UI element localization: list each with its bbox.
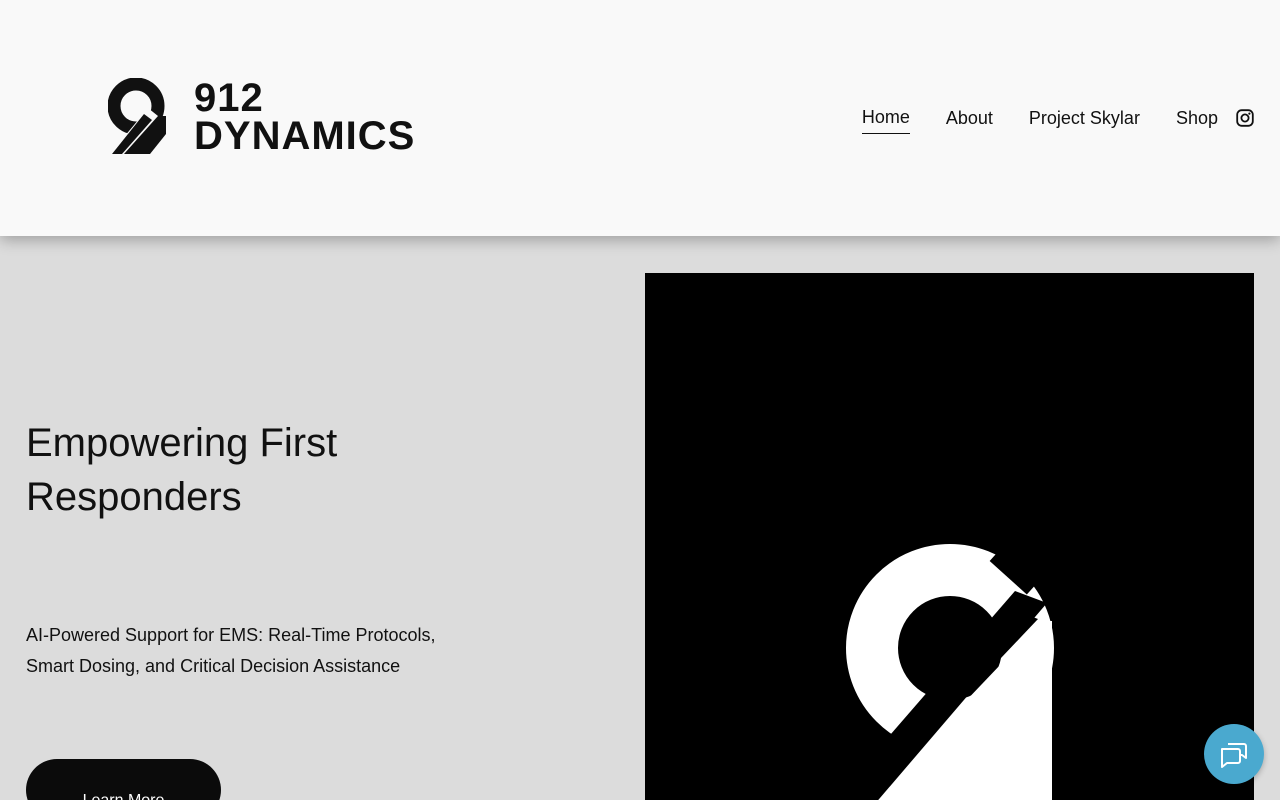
hero-image: [645, 273, 1254, 800]
hero-title: Empowering First Responders: [26, 421, 338, 519]
912-mark-graphic: [833, 501, 1081, 800]
chat-button[interactable]: [1204, 724, 1264, 784]
instagram-icon[interactable]: [1236, 109, 1254, 127]
main-nav: Home About Project Skylar Shop: [861, 106, 1254, 134]
logo-word: DYNAMICS: [194, 114, 416, 158]
brand-logo[interactable]: 912 DYNAMICS: [108, 78, 428, 158]
logo-number: 912: [194, 76, 264, 120]
learn-more-button[interactable]: Learn More: [26, 759, 221, 800]
chat-bubbles-icon: [1221, 743, 1247, 768]
nav-about[interactable]: About: [946, 107, 993, 134]
hero-subtitle: AI-Powered Support for EMS: Real-Time Pr…: [26, 625, 436, 676]
site-header: 912 DYNAMICS Home About Project Skylar S…: [0, 0, 1280, 236]
logo-mark-icon: [108, 78, 166, 154]
nav-shop[interactable]: Shop: [1176, 107, 1218, 134]
nav-project-skylar[interactable]: Project Skylar: [1029, 107, 1140, 134]
nav-home[interactable]: Home: [861, 106, 910, 134]
